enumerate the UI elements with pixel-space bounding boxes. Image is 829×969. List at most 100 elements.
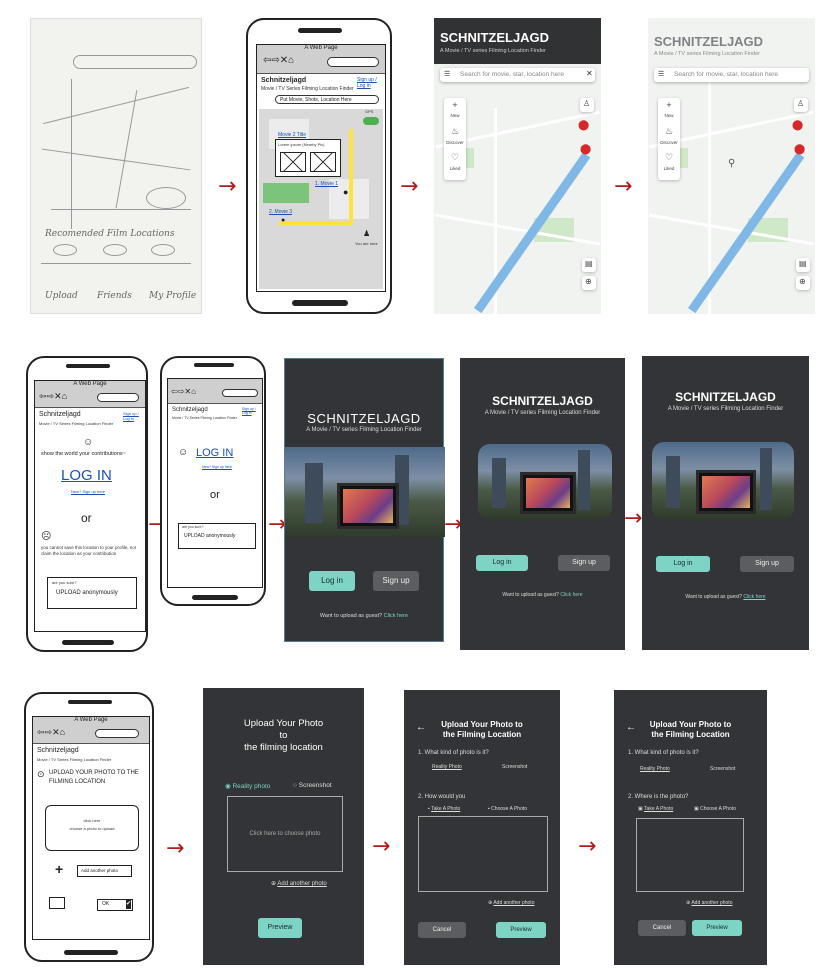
upload-anon-box[interactable]: are you sure? UPLOAD anonymously [178,523,256,549]
option-take-photo[interactable]: ▪ Take A Photo [428,806,460,812]
flow-arrow: → [372,834,391,859]
liked-icon[interactable]: ♡ [444,152,466,163]
location-pin-icon[interactable]: ⬤ [792,120,803,131]
filter-icon[interactable]: ☰ [444,70,450,78]
guest-link[interactable]: Click here [743,594,765,600]
option-screenshot[interactable]: Screenshot [502,764,527,770]
add-another-link[interactable]: ⊕ Add another photo [686,900,732,906]
photo-preview-area[interactable] [636,818,744,892]
map-area[interactable]: GPS Movie 2 Title Lorem ipsum (Nearby Pi… [259,109,383,289]
plus-icon[interactable]: + [55,861,63,877]
add-another-label: Add another photo [493,900,535,906]
signup-button[interactable]: Sign up [558,555,610,571]
discover-icon[interactable]: ♨ [444,126,466,137]
movie-popup-title[interactable]: Movie 2 Title [278,132,306,138]
photo-drop-zone[interactable]: click here choose a photo to upload [45,805,139,851]
signin-link[interactable]: Sign up / Log in [357,77,383,89]
login-button[interactable]: Log in [476,555,528,571]
cancel-button[interactable]: Cancel [418,922,466,938]
side-label-discover: Discover [446,140,464,145]
browser-bar: ⇦⇨✕⌂ [168,379,262,404]
window-title: A Web Page [73,381,107,387]
locate-icon: ⊕ [799,277,806,286]
option-reality[interactable]: Reality Photo [432,764,462,770]
profile-button[interactable]: ♙ [580,98,594,112]
location-pin-icon[interactable]: ⬤ [580,144,591,155]
option-choose-photo[interactable]: ▪ Choose A Photo [488,806,527,812]
locate-button[interactable]: ⊕ [796,276,810,290]
browser-url-field[interactable] [327,57,379,67]
location-pin-icon[interactable]: ⬤ [578,120,589,131]
app-subtitle: A Movie / TV series Filming Location Fin… [484,410,601,416]
gallery-icon[interactable] [49,897,65,909]
option-choose-photo[interactable]: ▣ Choose A Photo [694,806,736,812]
layers-button[interactable]: ▤ [796,258,810,272]
add-another-button[interactable]: Add another photo [77,865,132,877]
add-another-link[interactable]: ⊕ Add another photo [488,900,534,906]
add-another-link[interactable]: ⊕ Add another photo [271,880,327,887]
map-pin-icon[interactable]: ● [281,217,285,224]
search-input[interactable]: Put Movie, Shots, Location Here [275,95,379,104]
browser-url-field[interactable] [97,393,139,402]
signup-link[interactable]: New? Sign up here [71,489,105,494]
preview-button[interactable]: Preview [496,922,546,938]
login-link[interactable]: LOG IN [196,447,233,459]
location-pin-icon[interactable]: ⬤ [794,144,805,155]
browser-url-field[interactable] [222,389,258,397]
guest-link[interactable]: Click here [560,592,582,598]
layers-button[interactable]: ▤ [582,258,596,272]
new-icon[interactable]: + [658,100,680,110]
option-take-photo[interactable]: ▣ Take A Photo [638,806,673,812]
option-screenshot[interactable]: Screenshot [710,766,735,772]
profile-button[interactable]: ♙ [794,98,808,112]
side-menu: + New ♨ Discover ♡ Liked [658,98,680,180]
gps-toggle[interactable] [363,117,379,125]
preview-button[interactable]: Preview [258,918,302,938]
preview-button[interactable]: Preview [692,920,742,936]
upload-anon-button[interactable]: UPLOAD anonymously [56,590,118,596]
signin-link[interactable]: Sign up / Log in [242,407,260,415]
pin-label-1[interactable]: 1. Movie 1 [315,181,338,187]
close-icon[interactable]: ✕ [586,69,593,78]
photo-preview-area[interactable] [418,816,548,892]
are-you-sure-text: are you sure? [52,580,77,585]
upload-title-1: Upload Your Photo to [441,720,523,729]
option-reality[interactable]: Reality Photo [640,766,670,772]
movie-popup[interactable]: Movie 2 Title Lorem ipsum (Nearby Pic) [275,132,341,177]
signup-button[interactable]: Sign up [740,556,794,572]
smile-icon: ☺ [83,437,94,448]
liked-icon[interactable]: ♡ [658,152,680,163]
layers-icon: ▤ [585,259,593,268]
map-screen-hifi-2: SCHNITZELJAGD A Movie / TV series Filmin… [648,18,815,314]
login-button[interactable]: Log in [656,556,710,572]
ok-button[interactable]: OK ✔ [97,899,133,911]
browser-url-field[interactable] [95,729,139,738]
signup-link[interactable]: New? Sign up here [202,465,232,469]
locate-button[interactable]: ⊕ [582,276,596,290]
pin-label-2[interactable]: 2. Movie 3 [269,209,292,215]
filter-icon[interactable]: ☰ [658,70,664,78]
gallery-icon: ▪ [488,806,490,812]
discover-icon[interactable]: ♨ [658,126,680,137]
upload-anon-box[interactable]: are you sure? UPLOAD anonymously [47,577,137,609]
sketch-road [51,209,191,210]
signup-button[interactable]: Sign up [373,571,419,591]
option-choose-label: Choose A Photo [700,806,736,812]
search-input[interactable]: ☰ Search for movie, star, location here … [440,68,595,82]
search-input[interactable]: ☰ Search for movie, star, location here [654,68,809,82]
radio-screenshot[interactable]: ○ Screenshot [293,782,332,789]
photo-picker[interactable]: Click here to choose photo [227,796,343,872]
signin-link[interactable]: Sign up / Log in [123,411,143,421]
map-pin-icon[interactable]: ● [343,187,348,197]
current-location-icon: ⚲ [728,158,736,169]
sketch-nav-friends: Friends [97,291,132,301]
guest-link[interactable]: Click here [384,613,408,619]
app-title: SCHNITZELJAGD [440,30,550,45]
radio-reality[interactable]: ◉ Reality photo [225,782,270,790]
login-link[interactable]: LOG IN [61,467,112,484]
new-icon[interactable]: + [444,100,466,110]
upload-anon-button[interactable]: UPLOAD anonymously [184,533,235,539]
wireframe-phone-login-small: ⇦⇨✕⌂ Schnitzeljagd Movie / TV Series Fil… [160,356,266,606]
login-button[interactable]: Log in [309,571,355,591]
cancel-button[interactable]: Cancel [638,920,686,936]
